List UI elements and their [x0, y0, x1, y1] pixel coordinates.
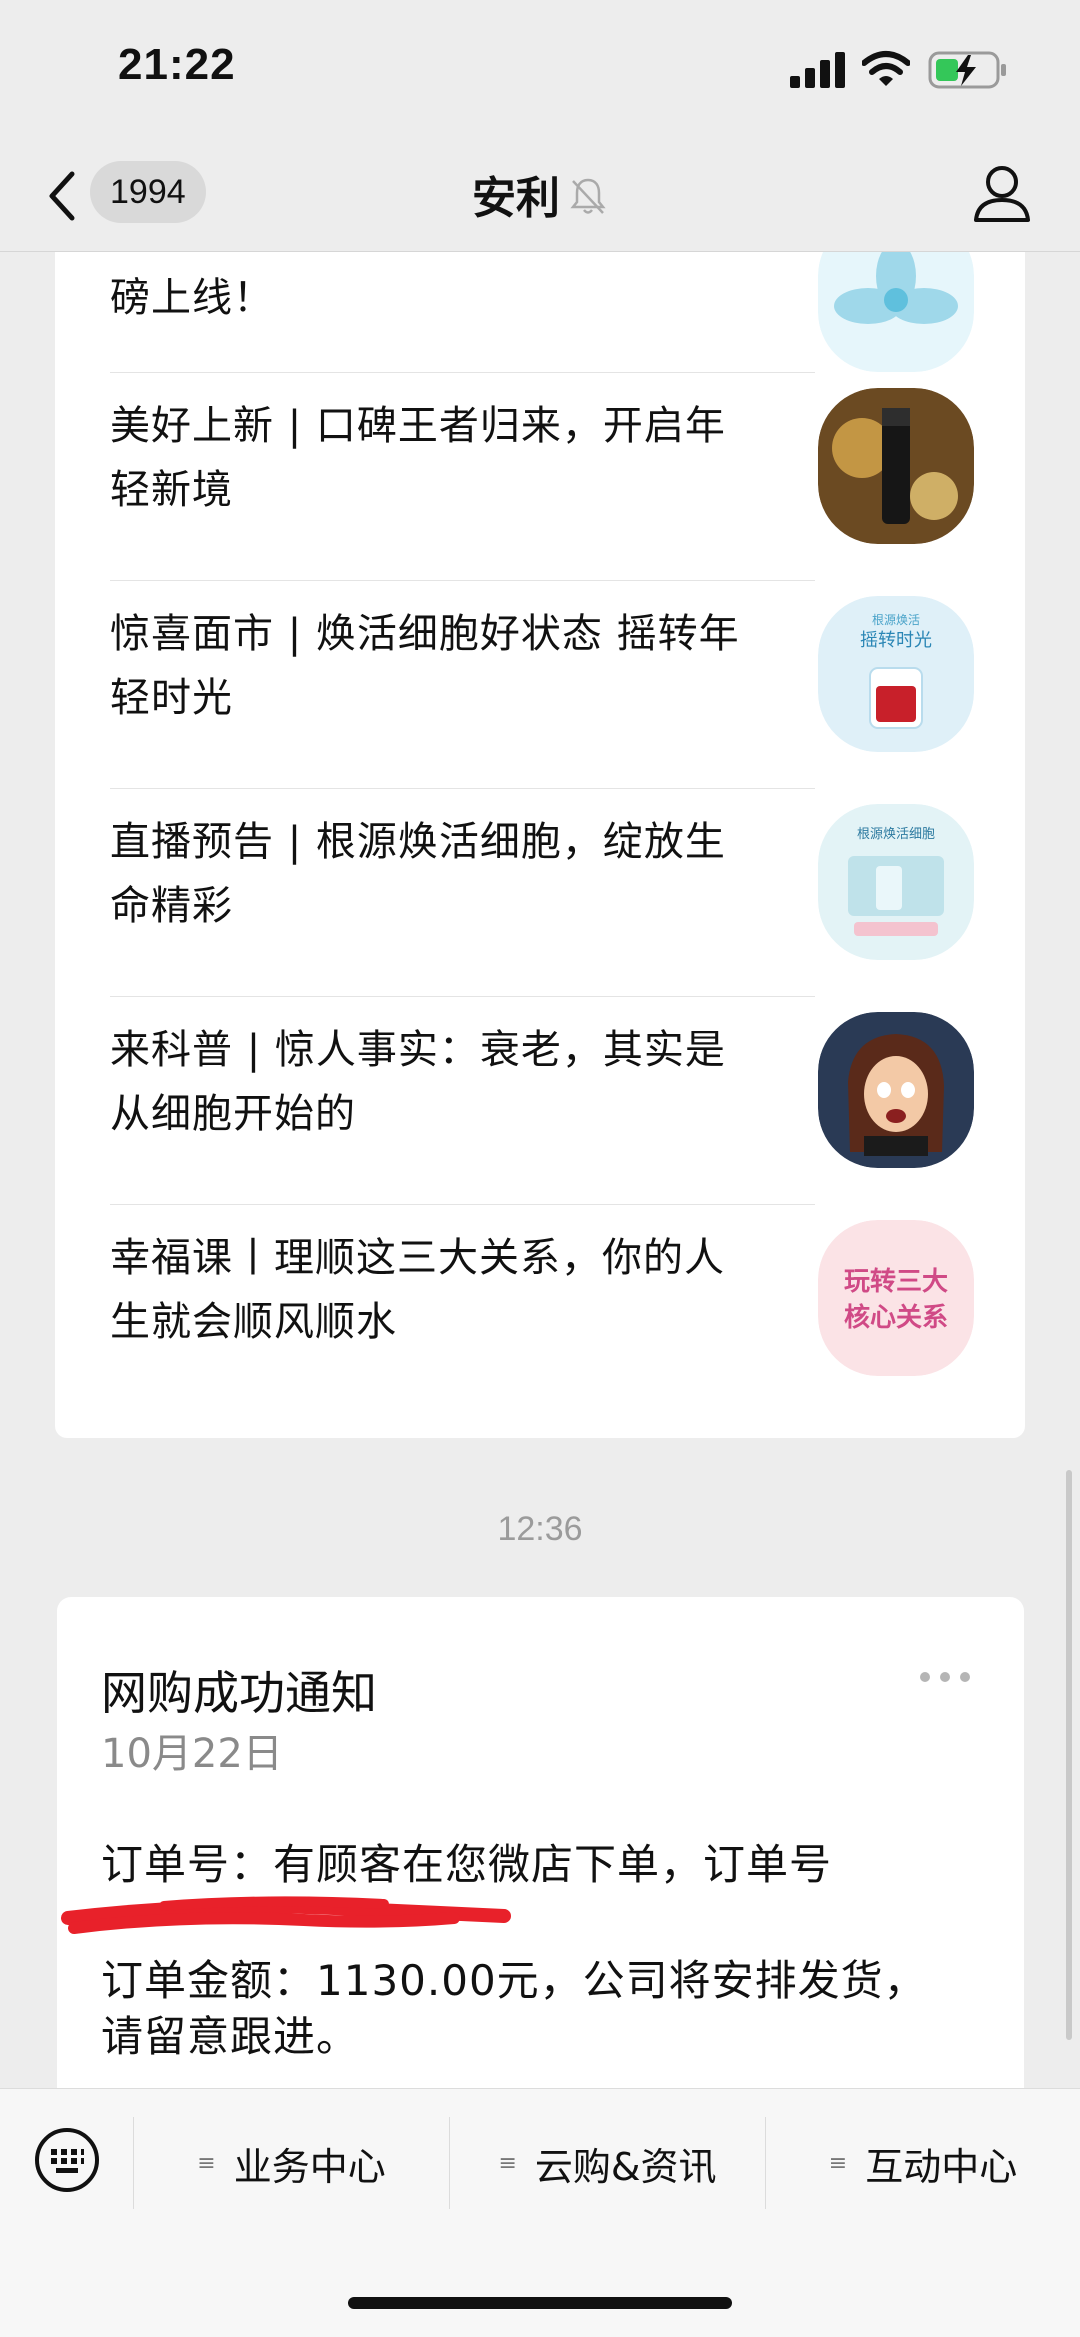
order-amount-line: 订单金额：1130.00元，公司将安排发货，	[101, 1956, 927, 2005]
notification-date: 10月22日	[101, 1731, 283, 1777]
message-timestamp: 12:36	[497, 1510, 583, 1548]
article-thumbnail-serum: 根源焕活 摇转时光	[818, 596, 974, 752]
article-item[interactable]: 来科普 | 惊人事实：衰老，其实是从细胞开始的	[55, 1012, 1025, 1220]
redaction-scribble	[61, 1896, 511, 1934]
menu-item-business-center[interactable]: ≡ 业务中心	[134, 2121, 449, 2205]
nav-title-group: 安利	[0, 162, 1080, 226]
divider	[110, 372, 815, 373]
signal-icon	[790, 52, 845, 88]
article-thumbnail-relations: 玩转三大 核心关系	[818, 1220, 974, 1376]
article-title: 来科普 | 惊人事实：衰老，其实是从细胞开始的	[110, 1027, 726, 1137]
article-title: 磅上线！	[110, 275, 274, 321]
menu-lines-icon: ≡	[197, 2150, 216, 2176]
thumbnail-text: 核心关系	[844, 1302, 948, 1333]
article-item[interactable]: 幸福课丨理顺这三大关系，你的人生就会顺风顺水 玩转三大 核心关系	[55, 1220, 1025, 1428]
notification-title: 网购成功通知	[101, 1666, 377, 1720]
thumbnail-text: 根源焕活细胞	[857, 827, 935, 842]
status-bar: 21:22	[0, 0, 1080, 140]
article-item[interactable]: 磅上线！	[55, 252, 1025, 388]
thumbnail-text: 摇转时光	[860, 630, 932, 651]
thumbnail-text: 根源焕活	[872, 613, 920, 627]
article-title: 惊喜面市 | 焕活细胞好状态 摇转年轻时光	[110, 611, 740, 721]
nav-bar: 1994 安利	[0, 140, 1080, 252]
menu-item-interaction-center[interactable]: ≡ 互动中心	[766, 2121, 1080, 2205]
divider	[110, 1204, 815, 1205]
article-title: 幸福课丨理顺这三大关系，你的人生就会顺风顺水	[110, 1235, 725, 1345]
article-thumbnail-lipstick	[818, 388, 974, 544]
divider	[110, 788, 815, 789]
menu-lines-icon: ≡	[498, 2150, 517, 2176]
divider	[110, 996, 815, 997]
article-title: 直播预告 | 根源焕活细胞，绽放生命精彩	[110, 819, 726, 929]
more-options-icon[interactable]	[917, 1667, 973, 1687]
article-thumbnail-cartoon	[818, 1012, 974, 1168]
menu-lines-icon: ≡	[828, 2150, 848, 2176]
article-thumbnail-livestream: 根源焕活细胞	[818, 804, 974, 960]
order-number-line: 订单号：有顾客在您微店下单，订单号	[101, 1840, 833, 1889]
menu-item-cloud-shopping[interactable]: ≡ 云购&资讯	[450, 2121, 765, 2205]
menu-item-label: 云购&资讯	[534, 2144, 717, 2189]
order-notification-card[interactable]: 网购成功通知 10月22日 订单号：有顾客在您微店下单，订单号 订单金额：113…	[57, 1597, 1024, 2157]
article-item[interactable]: 美好上新 | 口碑王者归来，开启年轻新境	[55, 388, 1025, 596]
chat-title: 安利	[472, 173, 560, 224]
article-thumbnail-flower	[818, 252, 974, 372]
battery-charging-icon	[928, 51, 1006, 89]
status-time: 21:22	[118, 40, 236, 89]
menu-item-label: 互动中心	[865, 2144, 1018, 2189]
mute-icon	[570, 178, 606, 214]
profile-icon[interactable]	[972, 162, 1032, 224]
article-title: 美好上新 | 口碑王者归来，开启年轻新境	[110, 403, 726, 513]
article-list-card: 磅上线！ 美好上新 | 口碑王者归来，开启年轻新境 惊喜面市 | 焕活细胞好状态…	[55, 252, 1025, 1438]
home-indicator	[348, 2297, 732, 2309]
order-followup-line: 请留意跟进。	[101, 2012, 360, 2061]
menu-item-label: 业务中心	[233, 2144, 386, 2189]
wifi-icon	[862, 51, 910, 86]
article-item[interactable]: 直播预告 | 根源焕活细胞，绽放生命精彩 根源焕活细胞	[55, 804, 1025, 1012]
scroll-indicator[interactable]	[1066, 1470, 1072, 2040]
divider	[110, 580, 815, 581]
keyboard-icon[interactable]	[34, 2127, 100, 2193]
thumbnail-text: 玩转三大	[844, 1267, 948, 1297]
article-item[interactable]: 惊喜面市 | 焕活细胞好状态 摇转年轻时光 根源焕活 摇转时光	[55, 596, 1025, 804]
